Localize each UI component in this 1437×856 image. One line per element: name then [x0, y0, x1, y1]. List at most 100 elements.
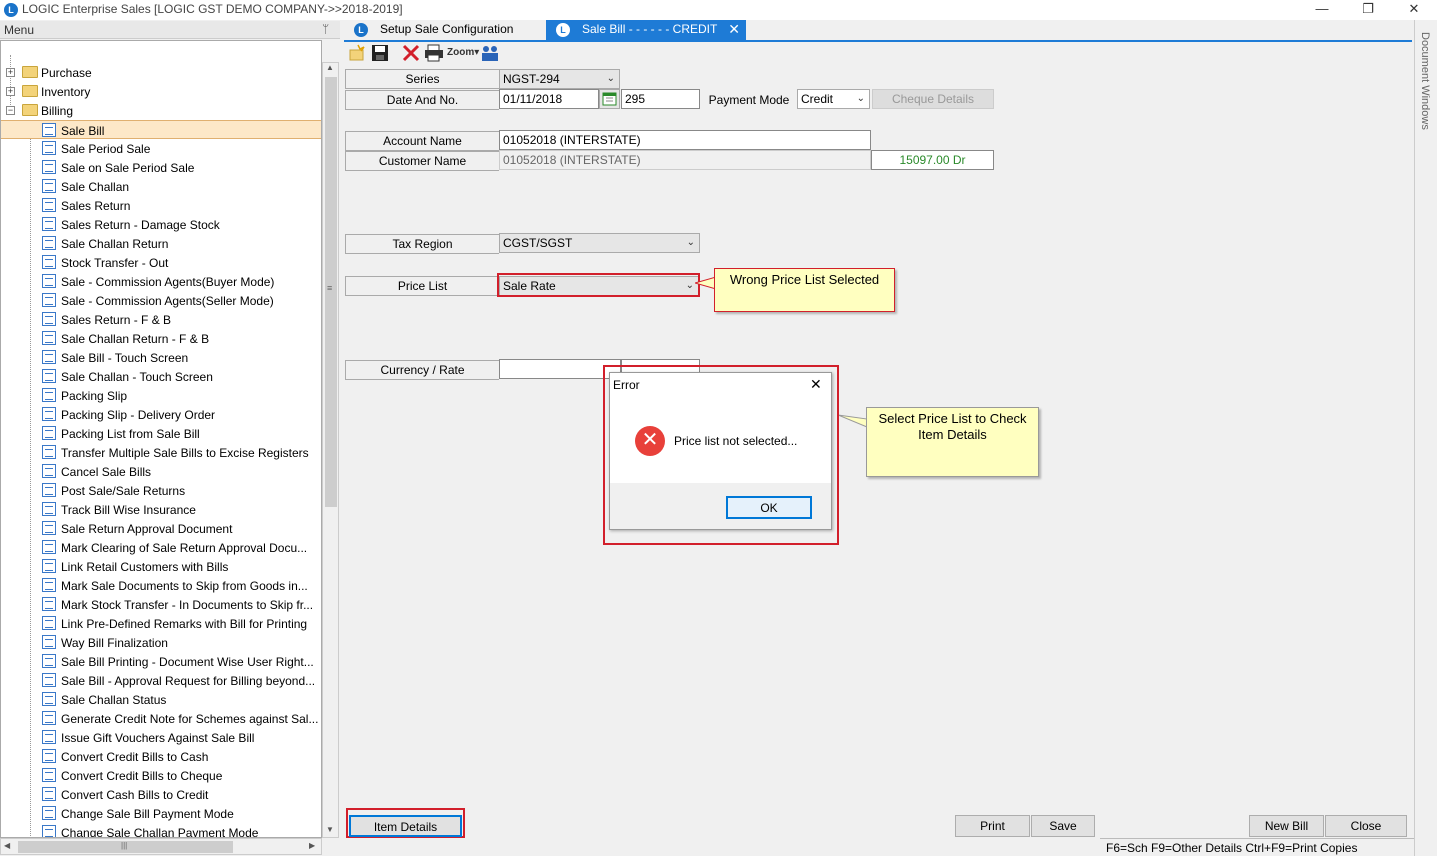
status-text: F6=Sch F9=Other Details Ctrl+F9=Print Co…	[1106, 841, 1358, 855]
minimize-button[interactable]: —	[1299, 0, 1345, 20]
print-icon[interactable]	[424, 44, 443, 62]
sidebar-item-billing[interactable]: Transfer Multiple Sale Bills to Excise R…	[1, 443, 321, 462]
sidebar-item-billing[interactable]: Convert Credit Bills to Cheque	[1, 766, 321, 785]
close-button[interactable]: Close	[1325, 815, 1407, 837]
close-tab-icon[interactable]: ✕	[728, 20, 740, 39]
sidebar-item-billing[interactable]: Convert Credit Bills to Cash	[1, 747, 321, 766]
scroll-up-icon[interactable]: ▲	[326, 63, 334, 72]
delete-icon[interactable]	[402, 44, 420, 62]
sidebar-item-billing[interactable]: Mark Clearing of Sale Return Approval Do…	[1, 538, 321, 557]
restore-button[interactable]: ❐	[1345, 0, 1391, 20]
document-icon	[42, 179, 56, 193]
chevron-down-icon: ⌄	[606, 73, 615, 84]
print-button[interactable]: Print	[955, 815, 1030, 837]
sidebar-item-billing[interactable]: Sale - Commission Agents(Buyer Mode)	[1, 272, 321, 291]
sidebar-item-billing[interactable]: Way Bill Finalization	[1, 633, 321, 652]
expand-icon[interactable]: +	[6, 68, 15, 77]
sidebar-item-billing[interactable]: Sales Return	[1, 196, 321, 215]
sidebar-item-label: Convert Cash Bills to Credit	[61, 788, 209, 802]
sidebar-item-billing[interactable]: Sale Challan Status	[1, 690, 321, 709]
sidebar-item-billing[interactable]: Sale - Commission Agents(Seller Mode)	[1, 291, 321, 310]
close-window-button[interactable]: ✕	[1391, 0, 1437, 20]
zoom-icon[interactable]: Zoom▾	[447, 44, 479, 62]
pin-icon[interactable]: ᛘ	[322, 22, 329, 36]
sidebar-item-billing[interactable]: Sale Challan - Touch Screen	[1, 367, 321, 386]
sidebar-item-billing[interactable]: Sale Challan Return	[1, 234, 321, 253]
sidebar-item-billing[interactable]: Sale on Sale Period Sale	[1, 158, 321, 177]
collapse-icon[interactable]: −	[6, 106, 15, 115]
sidebar-item-billing[interactable]: Convert Cash Bills to Credit	[1, 785, 321, 804]
new-document-icon[interactable]	[348, 44, 366, 62]
sidebar-item-billing[interactable]: Sale Period Sale	[1, 139, 321, 158]
scroll-right-icon[interactable]: ▶	[309, 841, 315, 850]
sidebar-item-billing[interactable]: Sale Bill Printing - Document Wise User …	[1, 652, 321, 671]
sidebar-item-billing[interactable]: Mark Sale Documents to Skip from Goods i…	[1, 576, 321, 595]
sidebar-item-billing[interactable]: Generate Credit Note for Schemes against…	[1, 709, 321, 728]
sidebar-item-billing[interactable]: Track Bill Wise Insurance	[1, 500, 321, 519]
sidebar-item-label: Sale Bill Printing - Document Wise User …	[61, 655, 314, 669]
tree-item-billing[interactable]: − Billing	[1, 101, 321, 120]
series-select[interactable]: NGST-294 ⌄	[499, 69, 620, 89]
sidebar-item-billing[interactable]: Mark Stock Transfer - In Documents to Sk…	[1, 595, 321, 614]
sidebar-item-billing[interactable]: Sales Return - F & B	[1, 310, 321, 329]
menu-horizontal-scrollbar[interactable]: ◀ ||| ▶	[0, 838, 322, 855]
sidebar-item-label: Sale Challan Return - F & B	[61, 332, 210, 346]
tab-sale-bill[interactable]: L Sale Bill - - - - - - CREDIT ✕	[546, 20, 746, 40]
sidebar-item-label: Sale Return Approval Document	[61, 522, 233, 536]
document-icon	[42, 654, 56, 668]
sidebar-item-billing[interactable]: Sales Return - Damage Stock	[1, 215, 321, 234]
save-icon[interactable]	[371, 44, 389, 62]
sidebar-item-label: Transfer Multiple Sale Bills to Excise R…	[61, 446, 309, 460]
document-icon	[42, 787, 56, 801]
sidebar-item-billing[interactable]: Sale Return Approval Document	[1, 519, 321, 538]
tree-item-purchase[interactable]: + Purchase	[1, 63, 321, 82]
new-bill-button[interactable]: New Bill	[1249, 815, 1324, 837]
account-name-label: Account Name	[345, 131, 499, 151]
users-icon[interactable]	[480, 44, 498, 62]
sidebar-item-label: Sale Bill	[61, 124, 105, 138]
sidebar-item-billing[interactable]: Sale Bill - Touch Screen	[1, 348, 321, 367]
bill-number-field[interactable]: 295	[621, 89, 700, 109]
dialog-close-icon[interactable]: ✕	[810, 376, 822, 393]
sidebar-item-billing[interactable]: Link Pre-Defined Remarks with Bill for P…	[1, 614, 321, 633]
sidebar-item-billing[interactable]: Sale Bill	[1, 120, 321, 139]
sidebar-item-billing[interactable]: Post Sale/Sale Returns	[1, 481, 321, 500]
sidebar-item-billing[interactable]: Change Sale Bill Payment Mode	[1, 804, 321, 823]
document-icon	[42, 160, 56, 174]
document-icon	[42, 388, 56, 402]
calendar-icon[interactable]	[599, 89, 620, 109]
sidebar-item-billing[interactable]: Packing Slip - Delivery Order	[1, 405, 321, 424]
tax-region-select[interactable]: CGST/SGST ⌄	[499, 233, 700, 253]
menu-vertical-scrollbar[interactable]: ▲ ≡ ▼	[322, 62, 339, 838]
tree-item-label: Inventory	[41, 85, 91, 99]
account-name-field[interactable]: 01052018 (INTERSTATE)	[499, 130, 871, 150]
sidebar-item-billing[interactable]: Sale Challan	[1, 177, 321, 196]
date-field[interactable]: 01/11/2018	[499, 89, 599, 109]
sidebar-item-billing[interactable]: Link Retail Customers with Bills	[1, 557, 321, 576]
payment-mode-select[interactable]: Credit ⌄	[797, 89, 870, 109]
price-list-label: Price List	[345, 276, 499, 296]
tree-item-inventory[interactable]: + Inventory	[1, 82, 321, 101]
save-button[interactable]: Save	[1031, 815, 1095, 837]
sidebar-item-label: Link Pre-Defined Remarks with Bill for P…	[61, 617, 308, 631]
expand-icon[interactable]: +	[6, 87, 15, 96]
sidebar-item-billing[interactable]: Cancel Sale Bills	[1, 462, 321, 481]
ok-button[interactable]: OK	[726, 496, 812, 519]
tax-region-label: Tax Region	[345, 234, 499, 254]
sidebar-item-billing[interactable]: Sale Bill - Approval Request for Billing…	[1, 671, 321, 690]
sidebar-item-billing[interactable]: Packing Slip	[1, 386, 321, 405]
scroll-left-icon[interactable]: ◀	[4, 841, 10, 850]
document-icon	[42, 312, 56, 326]
sidebar-item-billing[interactable]: Sale Challan Return - F & B	[1, 329, 321, 348]
sidebar-item-billing[interactable]: Issue Gift Vouchers Against Sale Bill	[1, 728, 321, 747]
sidebar-item-label: Issue Gift Vouchers Against Sale Bill	[61, 731, 255, 745]
tab-setup-sale-configuration[interactable]: L Setup Sale Configuration	[344, 20, 544, 40]
scroll-down-icon[interactable]: ▼	[326, 825, 334, 834]
sidebar-item-label: Sale Challan	[61, 180, 130, 194]
cheque-details-button[interactable]: Cheque Details	[872, 89, 994, 109]
sidebar-item-billing[interactable]: Change Sale Challan Payment Mode	[1, 823, 321, 837]
document-windows-panel[interactable]: Document Windows	[1414, 20, 1437, 856]
sidebar-item-billing[interactable]: Stock Transfer - Out	[1, 253, 321, 272]
item-details-button[interactable]: Item Details	[349, 815, 462, 837]
sidebar-item-billing[interactable]: Packing List from Sale Bill	[1, 424, 321, 443]
